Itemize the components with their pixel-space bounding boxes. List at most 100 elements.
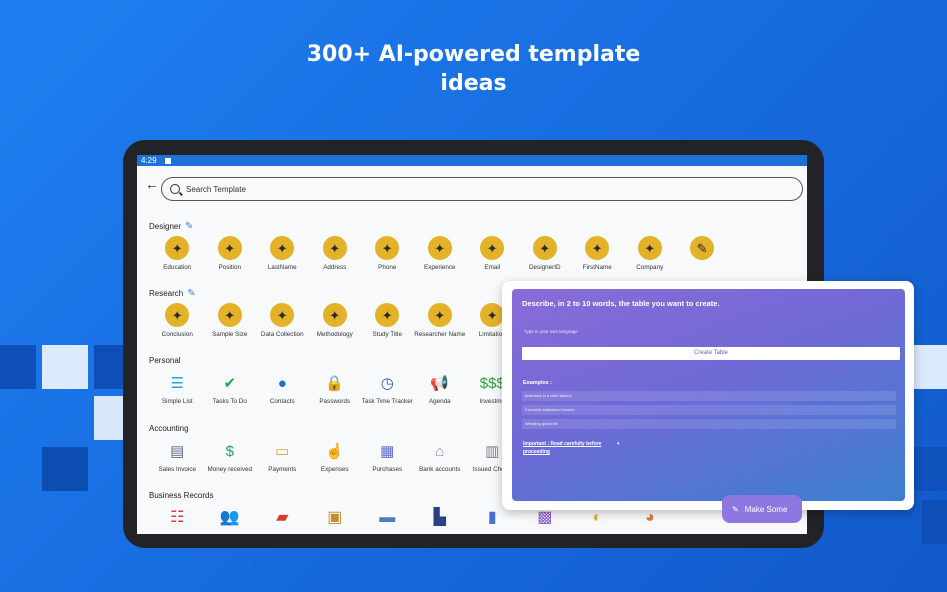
checklist-icon: ✔ [223,374,237,392]
sparkle-icon: ✦ [322,236,347,260]
template-item[interactable]: ▬ [361,506,414,528]
list-icon: ☰ [170,374,184,392]
template-label: Purchases [372,466,403,473]
section-accounting: Accounting [149,424,189,433]
contacts-icon: ● [277,374,287,392]
template-label: Company [636,264,664,271]
make-some-button[interactable]: ✎ Make Some [722,495,802,523]
create-table-button[interactable]: Create Table [522,347,900,360]
template-item[interactable]: ⌂ Bank accounts [414,440,467,474]
template-item[interactable]: ◷ Task Time Tracker [361,372,414,406]
template-item[interactable]: ▤ Sales Invoice [151,440,204,474]
purchase-icon: ▦ [380,442,395,460]
pencil-icon: ✎ [690,236,715,260]
example-item[interactable]: Favourite bollywood movies [522,405,896,415]
decor-square [42,345,88,389]
template-item[interactable]: ✦ Phone [361,236,414,271]
section-title: Business Records [149,491,214,500]
template-item[interactable]: ▦ Purchases [361,440,414,474]
factory-icon: ▙ [433,508,446,526]
table-description-input[interactable]: Type in your own language [524,329,578,334]
sparkle-icon: ✦ [165,303,190,327]
template-item[interactable]: ✦ Study Title [361,303,414,338]
template-item[interactable]: ▙ [414,506,467,528]
template-item[interactable]: ✦ Experience [414,236,467,271]
sparkle-icon: ✦ [375,236,400,260]
template-item[interactable]: ✦ Email [466,236,519,271]
template-label: Education [163,264,192,271]
dialog-panel: Describe, in 2 to 10 words, the table yo… [512,289,905,501]
magic-wand-icon: ✎ [185,221,194,232]
lock-icon: 🔒 [325,374,345,392]
section-personal: Personal [149,356,181,365]
template-label: Payments [268,466,297,473]
sparkle-icon: ✦ [427,303,452,327]
template-item[interactable]: ▣ [309,506,362,528]
template-item[interactable]: ✦ Company [624,236,677,271]
template-item[interactable]: ✦ Data Collection [256,303,309,338]
id-card-icon: ☷ [170,508,185,526]
template-item[interactable]: ● Contacts [256,372,309,406]
template-label: Researcher Name [414,331,466,338]
headline-line-1: 300+ AI-powered template [306,42,641,67]
example-item[interactable]: Inventory in a cloth factory [522,391,896,401]
template-item[interactable]: ☷ [151,506,204,528]
template-item[interactable]: ✎ [676,236,729,271]
designer-row: ✦ Education ✦ Position ✦ LastName ✦ Address ✦ Pho… [151,236,729,271]
search-input[interactable]: Search Template [161,177,803,201]
sparkle-icon: ✦ [322,303,347,327]
template-label: Tasks To Do [212,398,247,405]
template-label: Sample Size [212,331,248,338]
template-item[interactable]: ✔ Tasks To Do [204,372,257,406]
template-item[interactable]: $ Money received [204,440,257,474]
template-item[interactable]: ✦ Researcher Name [414,303,467,338]
template-item[interactable]: ✦ Address [309,236,362,271]
sparkle-icon: ✦ [585,236,610,260]
section-title: Designer [149,222,182,231]
section-title: Accounting [149,424,189,433]
bar-chart-icon: ▮ [487,508,497,526]
dialog-title: Describe, in 2 to 10 words, the table yo… [522,299,720,308]
sparkle-icon: ✦ [480,303,505,327]
template-label: Bank accounts [419,466,461,473]
search-row: ← Search Template [145,177,803,201]
template-item[interactable]: ☰ Simple List [151,372,204,406]
template-item[interactable]: ▰ [256,506,309,528]
template-label: DesignerID [529,264,561,271]
search-placeholder: Search Template [186,184,246,194]
magic-wand-icon: ✎ [187,288,196,299]
template-item[interactable]: ✦ DesignerID [519,236,572,271]
template-item[interactable]: 📢 Agenda [414,372,467,406]
template-item[interactable]: ✦ Conclusion [151,303,204,338]
template-item[interactable]: ✦ FirstName [571,236,624,271]
template-label: Agenda [428,398,451,405]
template-item[interactable]: 👥 [204,506,257,528]
back-arrow-icon[interactable]: ← [145,177,159,191]
section-research: Research ✎ [149,288,196,299]
book-icon: ▰ [276,508,289,526]
sparkle-icon: ✦ [375,303,400,327]
sparkle-icon: ✦ [217,303,242,327]
template-label: Experience [423,264,456,271]
template-item[interactable]: ✦ Education [151,236,204,271]
example-item[interactable]: Wedding guest list [522,419,896,429]
template-item[interactable]: ✦ Sample Size [204,303,257,338]
megaphone-icon: 📢 [430,374,450,392]
template-item[interactable]: ✦ Methodology [309,303,362,338]
decor-square [914,447,947,491]
template-item[interactable]: ▭ Payments [256,440,309,474]
chevron-down-icon[interactable]: ▾ [617,441,620,447]
template-label: FirstName [582,264,612,271]
template-label: Conclusion [161,331,193,338]
important-notice-link[interactable]: Important : Read carefully before procee… [523,440,603,456]
template-item[interactable]: 🔒 Passwords [309,372,362,406]
sparkle-icon: ✦ [270,236,295,260]
headline-line-2: ideas [440,71,507,96]
template-label: Email [484,264,501,271]
template-item[interactable]: ✦ Position [204,236,257,271]
section-business-records: Business Records [149,491,213,500]
template-label: Methodology [316,331,353,338]
template-item[interactable]: ☝ Expenses [309,440,362,474]
examples-label: Examples : [523,380,553,386]
template-item[interactable]: ✦ LastName [256,236,309,271]
